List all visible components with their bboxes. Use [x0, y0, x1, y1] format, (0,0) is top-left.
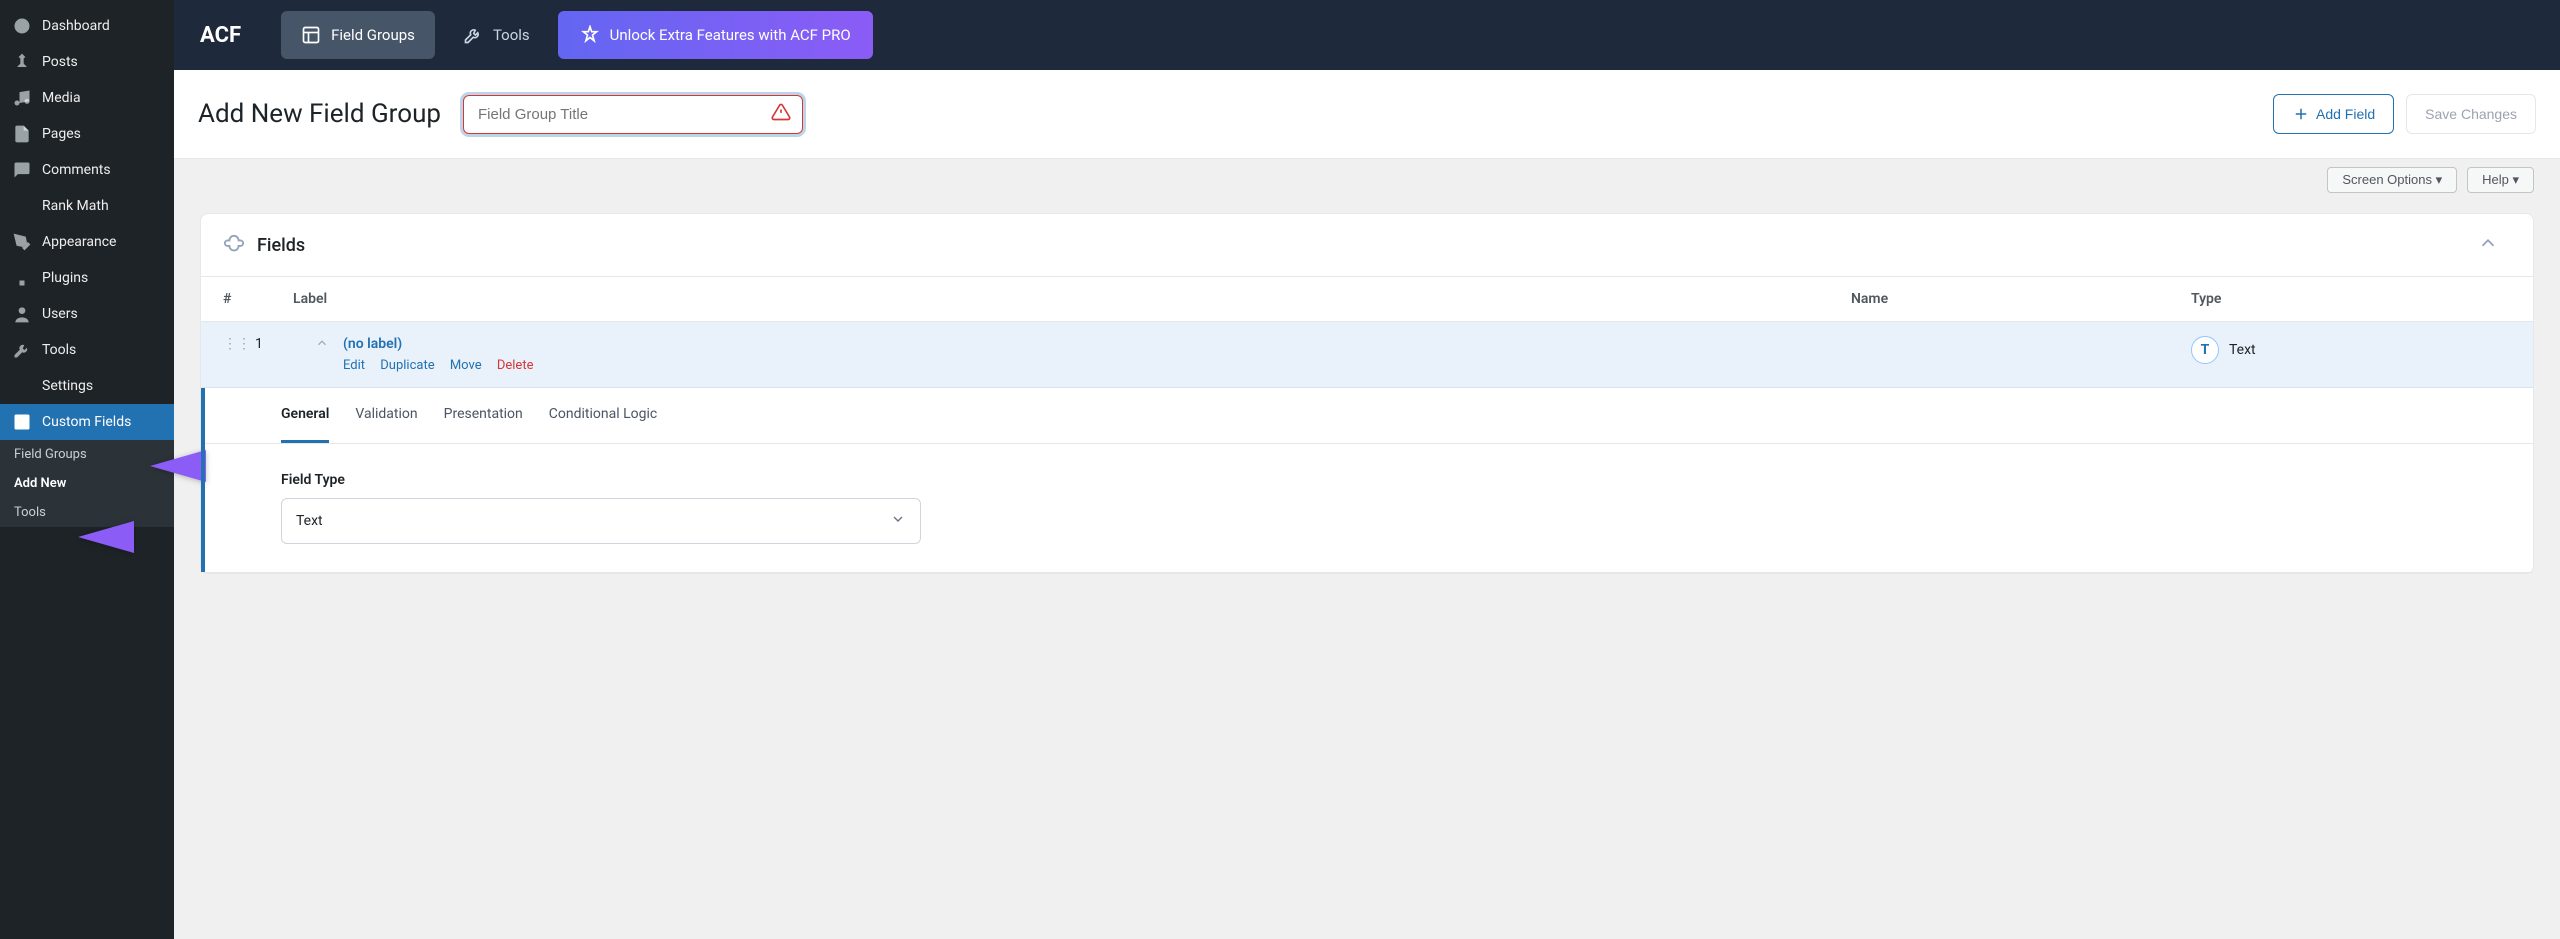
panel-title: Fields	[257, 235, 305, 256]
action-delete[interactable]: Delete	[497, 358, 534, 373]
sidebar-item-tools[interactable]: Tools	[0, 332, 174, 368]
sidebar-sub-field-groups[interactable]: Field Groups	[0, 440, 174, 469]
sidebar-item-label: Appearance	[42, 234, 116, 250]
sidebar-item-posts[interactable]: Posts	[0, 44, 174, 80]
acf-logo-text: ACF	[200, 23, 241, 48]
sidebar-item-label: Pages	[42, 126, 81, 142]
sidebar-item-label: Settings	[42, 378, 93, 394]
settings-tab-validation[interactable]: Validation	[355, 388, 417, 443]
screen-options-bar: Screen Options ▾ Help ▾	[174, 159, 2560, 197]
col-num: #	[223, 291, 293, 307]
annotation-arrow-custom-fields	[150, 450, 206, 482]
sidebar-item-rank-math[interactable]: Rank Math	[0, 188, 174, 224]
field-type-cell: T Text	[2191, 336, 2511, 364]
help-label: Help	[2482, 172, 2509, 187]
sidebar-item-label: Users	[42, 306, 78, 322]
help-button[interactable]: Help ▾	[2467, 167, 2534, 193]
field-type-select[interactable]: Text	[281, 498, 921, 544]
sidebar-item-label: Plugins	[42, 270, 88, 286]
sidebar-item-pages[interactable]: Pages	[0, 116, 174, 152]
save-changes-button[interactable]: Save Changes	[2406, 94, 2536, 134]
sidebar-item-settings[interactable]: Settings	[0, 368, 174, 404]
type-badge-icon: T	[2191, 336, 2219, 364]
collapse-icon[interactable]	[315, 336, 329, 354]
action-move[interactable]: Move	[450, 358, 482, 373]
field-type-value: Text	[2229, 342, 2256, 358]
wp-sidebar: Dashboard Posts Media Pages Comments Rank Mat…	[0, 0, 174, 939]
add-field-label: Add Field	[2316, 106, 2375, 122]
sidebar-item-label: Posts	[42, 54, 78, 70]
fields-panel: Fields # Label Name Type ⋮⋮ 1 (no label)…	[200, 213, 2534, 574]
acf-topbar: ACF Field Groups Tools Unlock Extra Feat…	[174, 0, 2560, 70]
page-title: Add New Field Group	[198, 99, 441, 129]
annotation-arrow-add-new	[78, 521, 134, 553]
sidebar-item-custom-fields[interactable]: Custom Fields	[0, 404, 174, 440]
sidebar-item-label: Tools	[42, 342, 76, 358]
field-group-title-input[interactable]	[463, 95, 803, 134]
topbar-tab-field-groups[interactable]: Field Groups	[281, 11, 435, 59]
field-row-actions: Edit Duplicate Move Delete	[343, 358, 1851, 373]
main-area: ACF Field Groups Tools Unlock Extra Feat…	[174, 0, 2560, 939]
acf-logo: ACF	[194, 23, 241, 48]
settings-tabs: General Validation Presentation Conditional…	[201, 388, 2533, 444]
field-label-link[interactable]: (no label)	[343, 336, 402, 352]
sidebar-item-label: Media	[42, 90, 81, 106]
sidebar-item-users[interactable]: Users	[0, 296, 174, 332]
sidebar-item-plugins[interactable]: Plugins	[0, 260, 174, 296]
screen-options-label: Screen Options	[2342, 172, 2432, 187]
field-type-label: Field Type	[281, 472, 2453, 488]
col-name: Name	[1851, 291, 2191, 307]
upgrade-label: Unlock Extra Features with ACF PRO	[610, 26, 851, 44]
col-type: Type	[2191, 291, 2511, 307]
action-edit[interactable]: Edit	[343, 358, 365, 373]
row-number: 1	[255, 336, 263, 352]
save-label: Save Changes	[2425, 106, 2517, 122]
col-label: Label	[293, 291, 1851, 307]
sidebar-item-label: Comments	[42, 162, 111, 178]
sidebar-item-dashboard[interactable]: Dashboard	[0, 8, 174, 44]
field-settings: General Validation Presentation Conditional…	[201, 388, 2533, 573]
settings-tab-general[interactable]: General	[281, 388, 329, 443]
action-duplicate[interactable]: Duplicate	[380, 358, 434, 373]
sidebar-item-comments[interactable]: Comments	[0, 152, 174, 188]
sidebar-item-label: Rank Math	[42, 198, 109, 214]
sidebar-item-label: Dashboard	[42, 18, 110, 34]
panel-header: Fields	[201, 214, 2533, 277]
drag-handle-icon[interactable]: ⋮⋮	[223, 336, 251, 352]
settings-tab-presentation[interactable]: Presentation	[444, 388, 523, 443]
upgrade-button[interactable]: Unlock Extra Features with ACF PRO	[558, 11, 873, 59]
field-row[interactable]: ⋮⋮ 1 (no label) Edit Duplicate Move Dele…	[201, 322, 2533, 388]
fields-table-head: # Label Name Type	[201, 277, 2533, 322]
alert-icon	[771, 102, 791, 126]
topbar-tab-label: Tools	[493, 26, 530, 44]
topbar-tab-label: Field Groups	[331, 26, 415, 44]
sidebar-submenu: Field GroupsAdd NewTools	[0, 440, 174, 527]
sidebar-item-label: Custom Fields	[42, 414, 131, 430]
sidebar-item-appearance[interactable]: Appearance	[0, 224, 174, 260]
field-type-select-value: Text	[296, 513, 323, 529]
screen-options-button[interactable]: Screen Options ▾	[2327, 167, 2457, 193]
add-field-button[interactable]: Add Field	[2273, 94, 2394, 134]
topbar-tab-tools[interactable]: Tools	[443, 11, 550, 59]
panel-collapse-button[interactable]	[2477, 232, 2511, 258]
settings-tab-conditional-logic[interactable]: Conditional Logic	[549, 388, 657, 443]
page-header: Add New Field Group Add Field Save Chang…	[174, 70, 2560, 159]
sidebar-item-media[interactable]: Media	[0, 80, 174, 116]
chevron-down-icon	[890, 511, 906, 531]
sidebar-sub-add-new[interactable]: Add New	[0, 469, 174, 498]
